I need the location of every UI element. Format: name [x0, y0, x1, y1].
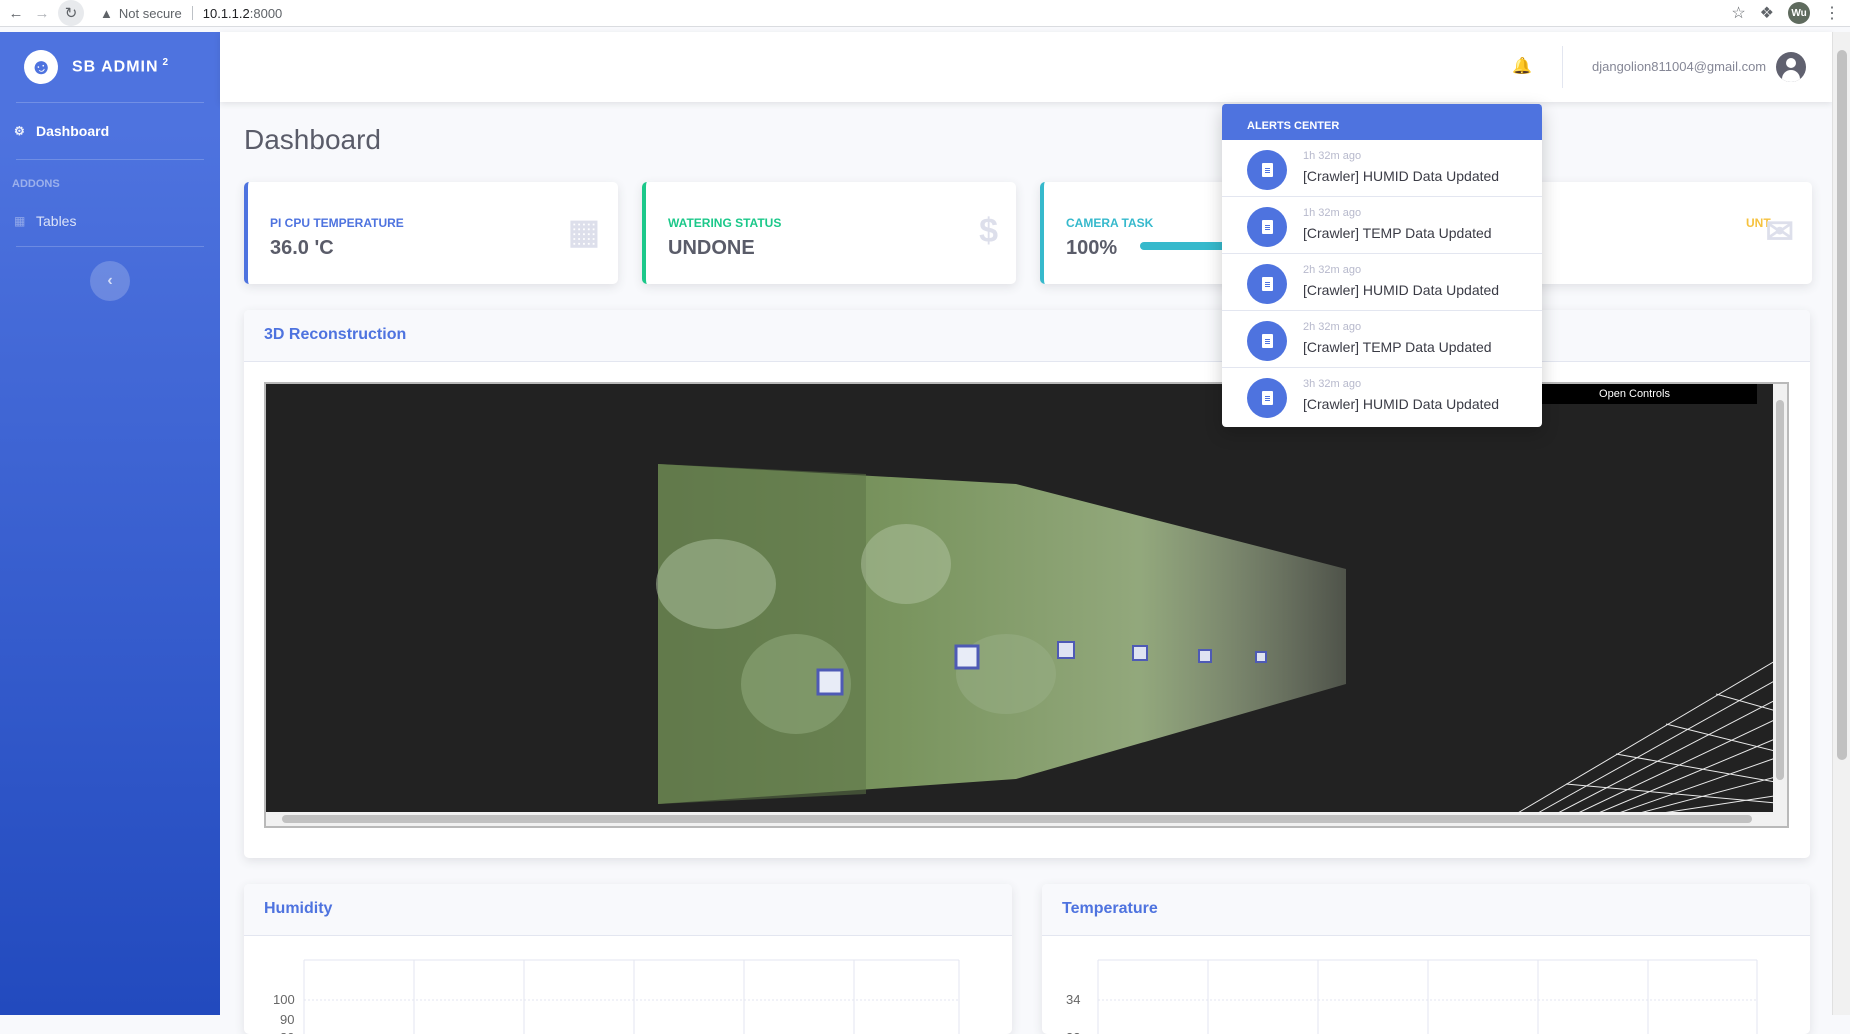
page-scrollbar-thumb[interactable] [1837, 50, 1847, 760]
address-bar[interactable]: ▲ Not secure 10.1.1.2:8000 [100, 2, 282, 24]
bell-icon[interactable]: 🔔 [1512, 56, 1532, 76]
url-host: 10.1.1.2 [202, 5, 250, 21]
humidity-y-tick: 90 [280, 1012, 295, 1027]
browser-menu-icon[interactable]: ⋮ [1824, 3, 1840, 23]
viewer-horizontal-scrollbar[interactable] [266, 812, 1787, 826]
humidity-chart [303, 959, 960, 1034]
page-scrollbar[interactable] [1832, 32, 1850, 1015]
stat-label: WATERING STATUS [668, 216, 782, 230]
point-cloud-viewer[interactable]: Open Controls [264, 382, 1789, 828]
viewer-vertical-scrollbar[interactable] [1773, 384, 1787, 814]
reconstruction-card: 3D Reconstruction Open Controls [244, 310, 1810, 858]
humidity-y-tick: 100 [273, 992, 295, 1007]
viewer-horizontal-scrollbar-thumb[interactable] [282, 815, 1752, 823]
security-label: Not secure [118, 5, 182, 21]
user-email[interactable]: djangolion811004@gmail.com [1592, 59, 1766, 74]
alert-text: [Crawler] TEMP Data Updated [1303, 339, 1492, 355]
alerts-dropdown: ALERTS CENTER 1h 32m ago [Crawler] HUMID… [1222, 104, 1542, 427]
comments-icon: ✉ [1765, 213, 1795, 251]
alert-time: 2h 32m ago [1303, 264, 1362, 276]
sidebar: ☻ SB ADMIN 2 ⚙ Dashboard ADDONS ▦ Tables … [0, 32, 220, 1015]
topbar-divider [1562, 46, 1563, 88]
file-alt-icon [1247, 321, 1287, 361]
browser-toolbar: ← → ↻ ▲ Not secure 10.1.1.2:8000 ☆ ❖ Wu … [0, 0, 1850, 27]
chevron-left-icon: ‹ [107, 272, 113, 289]
user-avatar-icon[interactable] [1776, 52, 1806, 82]
tachometer-icon: ⚙ [14, 124, 25, 138]
alert-time: 1h 32m ago [1303, 150, 1362, 162]
alert-item[interactable]: 2h 32m ago [Crawler] HUMID Data Updated [1222, 254, 1542, 311]
temperature-y-tick: 32 [1066, 1030, 1080, 1034]
profile-avatar[interactable]: Wu [1788, 2, 1810, 24]
file-alt-icon [1247, 150, 1287, 190]
laugh-wink-icon: ☻ [20, 46, 62, 88]
alert-text: [Crawler] HUMID Data Updated [1303, 168, 1500, 184]
reload-icon[interactable]: ↻ [58, 0, 84, 26]
sidebar-toggle-button[interactable]: ‹ [90, 261, 130, 301]
page-title: Dashboard [244, 124, 381, 155]
temperature-title: Temperature [1042, 884, 1810, 936]
alert-text: [Crawler] HUMID Data Updated [1303, 282, 1500, 298]
alert-text: [Crawler] HUMID Data Updated [1303, 396, 1500, 412]
alert-item[interactable]: 3h 32m ago [Crawler] HUMID Data Updated [1222, 368, 1542, 425]
address-separator [191, 6, 193, 20]
sidebar-divider [16, 246, 204, 247]
alert-text: [Crawler] TEMP Data Updated [1303, 225, 1492, 241]
brand-text: SB ADMIN 2 [72, 57, 170, 76]
humidity-title: Humidity [244, 884, 1012, 936]
temperature-y-tick: 34 [1066, 992, 1081, 1007]
file-alt-icon [1247, 207, 1287, 247]
stat-card-watering-status: WATERING STATUS UNDONE $ [642, 182, 1016, 284]
stat-card-cpu-temperature: PI CPU TEMPERATURE 36.0 'C ▦ [244, 182, 618, 284]
calendar-icon: ▦ [567, 213, 600, 251]
file-alt-icon [1247, 264, 1287, 304]
alerts-header: ALERTS CENTER [1222, 104, 1542, 140]
reconstruction-title: 3D Reconstruction [244, 310, 1810, 362]
viewer-vertical-scrollbar-thumb[interactable] [1776, 400, 1784, 780]
sidebar-item-label: Tables [36, 213, 77, 229]
url-port: :8000 [249, 5, 283, 21]
warning-icon: ▲ [100, 5, 113, 21]
stat-value: 100% [1066, 237, 1118, 259]
sidebar-item-dashboard[interactable]: ⚙ Dashboard [0, 103, 220, 159]
temperature-chart [1097, 959, 1758, 1034]
point-cloud-render[interactable] [266, 384, 1787, 814]
back-arrow-icon[interactable]: ← [6, 3, 26, 23]
dollar-icon: $ [979, 212, 998, 250]
alert-item[interactable]: 1h 32m ago [Crawler] HUMID Data Updated [1222, 140, 1542, 197]
extensions-puzzle-icon[interactable]: ❖ [1760, 3, 1774, 23]
temperature-card: Temperature 34 32 [1042, 884, 1810, 1034]
topbar: 🔔 djangolion811004@gmail.com [220, 32, 1832, 102]
stat-label: PI CPU TEMPERATURE [270, 216, 404, 230]
alert-time: 2h 32m ago [1303, 321, 1362, 333]
open-controls-button[interactable]: Open Controls [1512, 384, 1757, 404]
alert-time: 1h 32m ago [1303, 207, 1362, 219]
alert-time: 3h 32m ago [1303, 378, 1362, 390]
brand-link[interactable]: ☻ SB ADMIN 2 [0, 32, 220, 102]
stat-value: 36.0 'C [270, 237, 334, 259]
alert-item[interactable]: 2h 32m ago [Crawler] TEMP Data Updated [1222, 311, 1542, 368]
stat-label: CAMERA TASK [1066, 216, 1154, 230]
stat-value: UNDONE [668, 237, 755, 259]
sidebar-heading-addons: ADDONS [12, 178, 60, 190]
humidity-y-tick: 80 [280, 1030, 294, 1034]
alert-item[interactable]: 1h 32m ago [Crawler] TEMP Data Updated [1222, 197, 1542, 254]
table-icon: ▦ [14, 214, 26, 228]
bookmark-star-icon[interactable]: ☆ [1731, 3, 1745, 23]
humidity-card: Humidity 100 90 80 [244, 884, 1012, 1034]
sidebar-item-label: Dashboard [36, 123, 110, 139]
file-alt-icon [1247, 378, 1287, 418]
sidebar-item-tables[interactable]: ▦ Tables [0, 196, 220, 246]
forward-arrow-icon[interactable]: → [32, 3, 52, 23]
